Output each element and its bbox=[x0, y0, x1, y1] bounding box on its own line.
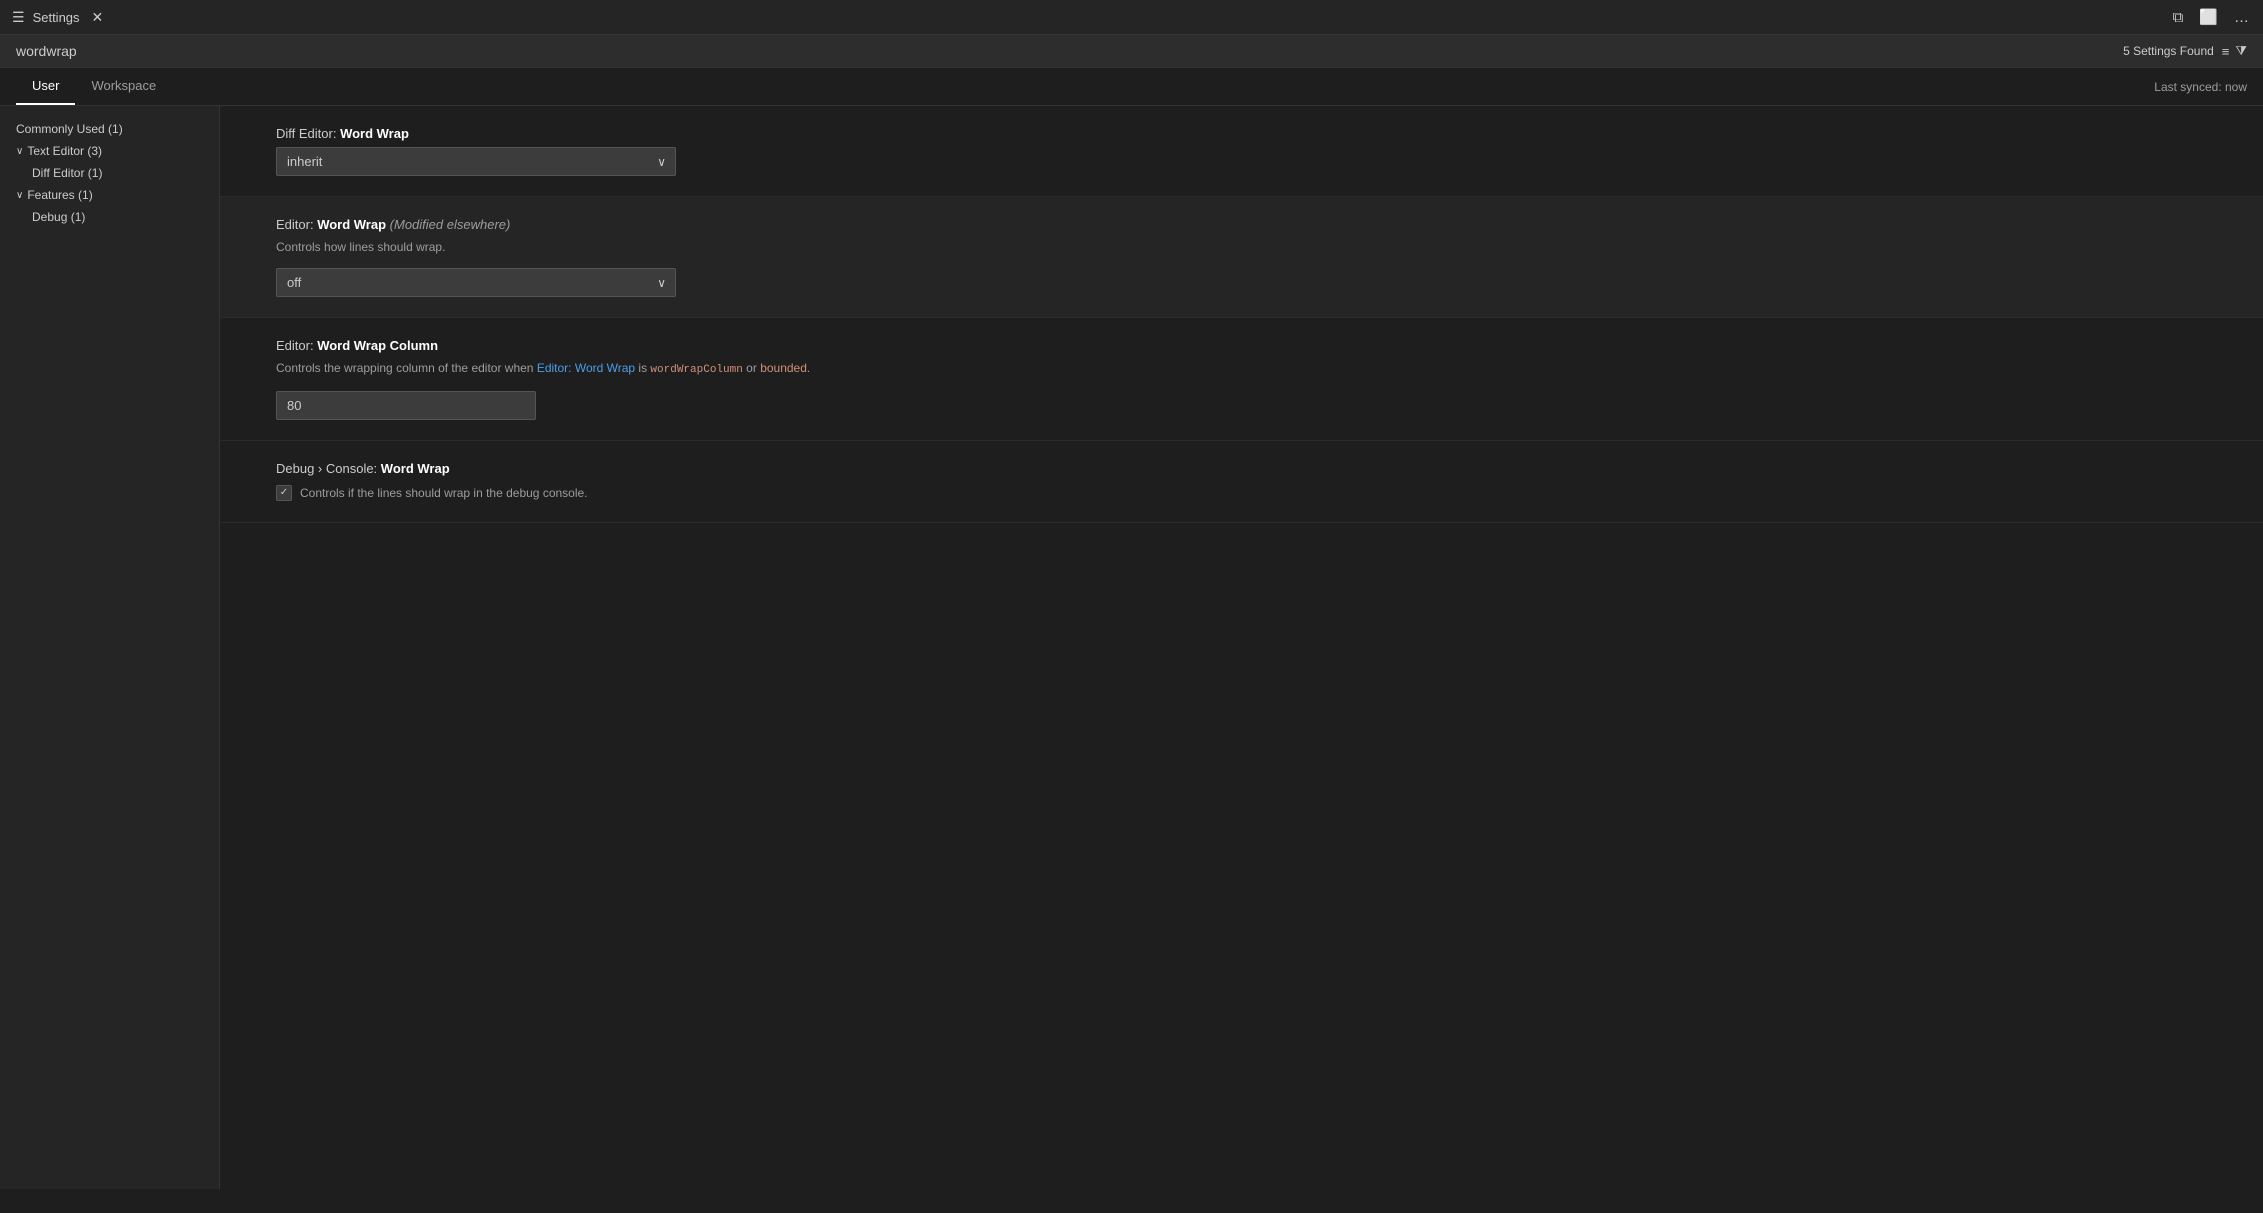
tab-workspace[interactable]: Workspace bbox=[75, 68, 172, 105]
more-actions-icon[interactable]: … bbox=[2232, 7, 2251, 28]
chevron-down-icon: ∨ bbox=[16, 146, 23, 157]
check-icon: ✓ bbox=[280, 487, 288, 498]
setting-title-prefix: Debug › Console: bbox=[276, 461, 381, 476]
setting-diff-editor-word-wrap: Diff Editor: Word Wrap inherit off on wo… bbox=[220, 106, 2263, 197]
tabs-bar: User Workspace Last synced: now bbox=[0, 68, 2263, 106]
menu-icon[interactable]: ☰ bbox=[12, 9, 25, 26]
setting-title-bold: Word Wrap bbox=[340, 126, 409, 141]
main-content: Commonly Used (1) ∨ Text Editor (3) Diff… bbox=[0, 106, 2263, 1189]
copy-icon[interactable]: ⧉ bbox=[2171, 7, 2186, 28]
select-wrapper: inherit off on wordWrapColumn bounded ∨ bbox=[276, 147, 676, 176]
checkbox-row: ✓ Controls if the lines should wrap in t… bbox=[276, 484, 2231, 502]
filter-results-icon[interactable]: ≡ bbox=[2222, 44, 2230, 59]
clear-filters-icon[interactable]: ⧩ bbox=[2235, 43, 2247, 59]
title-bar: ☰ Settings ✕ ⧉ ⬜ … bbox=[0, 0, 2263, 35]
content-area: Diff Editor: Word Wrap inherit off on wo… bbox=[220, 106, 2263, 1189]
title-text: Settings bbox=[33, 10, 80, 25]
setting-editor-word-wrap: ⚙ Editor: Word Wrap (Modified elsewhere)… bbox=[220, 197, 2263, 318]
setting-title-bold: Word Wrap bbox=[317, 217, 386, 232]
search-bar: 5 Settings Found ≡ ⧩ bbox=[0, 35, 2263, 68]
setting-description: Controls how lines should wrap. bbox=[276, 238, 2231, 256]
title-bar-left: ☰ Settings ✕ bbox=[12, 7, 107, 28]
setting-debug-console-word-wrap: Debug › Console: Word Wrap ✓ Controls if… bbox=[220, 441, 2263, 523]
results-count: 5 Settings Found bbox=[2123, 44, 2214, 58]
setting-title-bold: Word Wrap bbox=[381, 461, 450, 476]
setting-title-prefix: Editor: bbox=[276, 217, 317, 232]
search-results: 5 Settings Found ≡ ⧩ bbox=[2123, 43, 2247, 59]
editor-word-wrap-select[interactable]: off on wordWrapColumn bounded bbox=[276, 268, 676, 297]
split-editor-icon[interactable]: ⬜ bbox=[2197, 6, 2220, 28]
sidebar-item-label: Text Editor (3) bbox=[27, 144, 102, 158]
chevron-down-icon: ∨ bbox=[16, 190, 23, 201]
tab-user[interactable]: User bbox=[16, 68, 75, 105]
sidebar: Commonly Used (1) ∨ Text Editor (3) Diff… bbox=[0, 106, 220, 1189]
sidebar-item-label: Features (1) bbox=[27, 188, 92, 202]
debug-word-wrap-checkbox[interactable]: ✓ bbox=[276, 485, 292, 501]
setting-title-prefix: Diff Editor: bbox=[276, 126, 340, 141]
select-wrapper: off on wordWrapColumn bounded ∨ bbox=[276, 268, 676, 297]
sidebar-item-features[interactable]: ∨ Features (1) bbox=[0, 184, 219, 206]
setting-title: Editor: Word Wrap (Modified elsewhere) bbox=[276, 217, 2231, 232]
sidebar-item-label: Debug (1) bbox=[32, 210, 85, 224]
close-button[interactable]: ✕ bbox=[88, 7, 108, 28]
setting-title-modified: (Modified elsewhere) bbox=[390, 217, 511, 232]
sidebar-item-label: Commonly Used (1) bbox=[16, 122, 123, 136]
last-synced: Last synced: now bbox=[2154, 80, 2247, 94]
tabs: User Workspace bbox=[16, 68, 172, 105]
sidebar-item-label: Diff Editor (1) bbox=[32, 166, 102, 180]
sidebar-item-diff-editor[interactable]: Diff Editor (1) bbox=[0, 162, 219, 184]
word-wrap-column-input[interactable] bbox=[276, 391, 536, 420]
search-input[interactable] bbox=[16, 43, 2123, 59]
setting-description: Controls the wrapping column of the edit… bbox=[276, 359, 2231, 379]
setting-title: Editor: Word Wrap Column bbox=[276, 338, 2231, 353]
setting-title: Diff Editor: Word Wrap bbox=[276, 126, 2231, 141]
title-bar-right: ⧉ ⬜ … bbox=[2171, 6, 2251, 28]
link-editor-word-wrap[interactable]: Editor: Word Wrap bbox=[537, 361, 635, 375]
code-bounded: bounded bbox=[760, 361, 807, 375]
setting-title-bold: Word Wrap Column bbox=[317, 338, 438, 353]
sidebar-item-text-editor[interactable]: ∨ Text Editor (3) bbox=[0, 140, 219, 162]
diff-editor-word-wrap-select[interactable]: inherit off on wordWrapColumn bounded bbox=[276, 147, 676, 176]
sidebar-item-debug[interactable]: Debug (1) bbox=[0, 206, 219, 228]
setting-title: Debug › Console: Word Wrap bbox=[276, 461, 2231, 476]
search-icons: ≡ ⧩ bbox=[2222, 43, 2247, 59]
code-word-wrap-column: wordWrapColumn bbox=[650, 364, 742, 376]
checkbox-label: Controls if the lines should wrap in the… bbox=[300, 484, 588, 502]
sidebar-item-commonly-used[interactable]: Commonly Used (1) bbox=[0, 118, 219, 140]
setting-title-prefix: Editor: bbox=[276, 338, 317, 353]
setting-editor-word-wrap-column: Editor: Word Wrap Column Controls the wr… bbox=[220, 318, 2263, 441]
